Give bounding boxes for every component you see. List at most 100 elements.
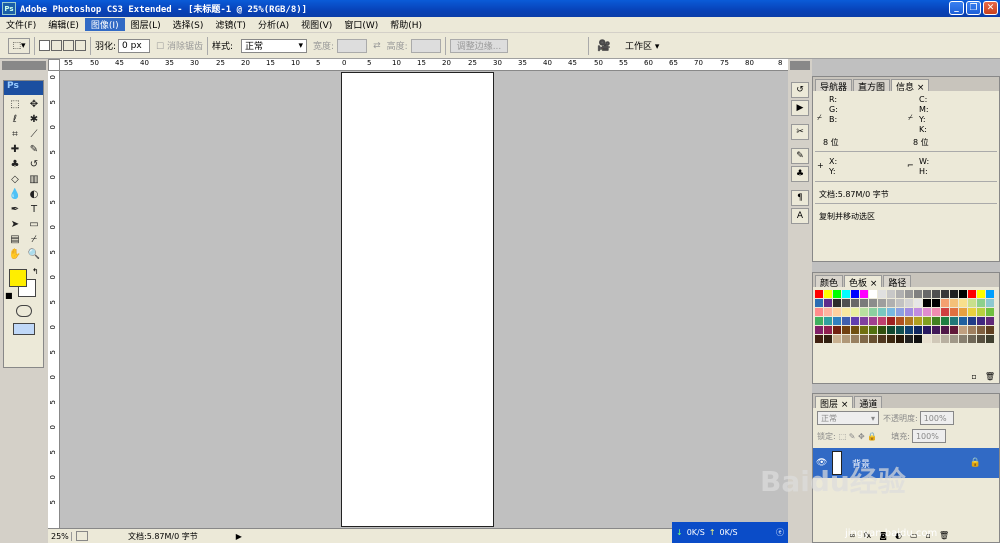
menu-file[interactable]: 文件(F) (0, 18, 42, 31)
swatch[interactable] (950, 290, 958, 298)
tab-channels[interactable]: 通道 (854, 396, 883, 410)
swatch[interactable] (842, 335, 850, 343)
swatch[interactable] (851, 326, 859, 334)
ruler-top[interactable]: 55 50 45 40 35 30 25 20 15 10 5 0 5 10 1… (60, 59, 788, 71)
tab-paths[interactable]: 路径 (883, 275, 912, 289)
screen-mode-icon[interactable] (12, 323, 35, 335)
swatch[interactable] (968, 290, 976, 298)
swatch[interactable] (932, 308, 940, 316)
blur-tool-icon[interactable]: 💧 (6, 187, 24, 201)
swatch[interactable] (860, 317, 868, 325)
tab-navigator[interactable]: 导航器 (815, 79, 853, 93)
fill-input[interactable]: 100% (911, 429, 946, 443)
add-selection-icon[interactable] (51, 40, 62, 51)
swatch[interactable] (815, 308, 823, 316)
swatch[interactable] (950, 308, 958, 316)
swatch[interactable] (824, 326, 832, 334)
menu-help[interactable]: 帮助(H) (384, 18, 428, 31)
history-brush-icon[interactable]: ↺ (25, 157, 43, 171)
swatch[interactable] (815, 290, 823, 298)
menu-layer[interactable]: 图层(L) (125, 18, 167, 31)
brush-tool-icon[interactable]: ✎ (25, 142, 43, 156)
swatch[interactable] (932, 317, 940, 325)
menu-analysis[interactable]: 分析(A) (252, 18, 295, 31)
swatch[interactable] (977, 317, 985, 325)
new-swatch-icon[interactable]: ▫ (971, 372, 976, 381)
trash-icon[interactable]: 🗑 (985, 372, 995, 381)
swatch[interactable] (968, 308, 976, 316)
swatch[interactable] (824, 299, 832, 307)
restore-button[interactable]: ❐ (966, 1, 981, 15)
swatch[interactable] (842, 308, 850, 316)
status-info-icon[interactable] (76, 531, 88, 541)
swatch[interactable] (986, 299, 994, 307)
ruler-origin[interactable] (48, 59, 60, 71)
swatch[interactable] (860, 335, 868, 343)
swatch[interactable] (851, 308, 859, 316)
swatch[interactable] (815, 317, 823, 325)
refine-edge-button[interactable]: 调整边缘... (449, 38, 509, 53)
character-panel-icon[interactable]: A (791, 208, 809, 224)
swatch[interactable] (977, 326, 985, 334)
swatch[interactable] (824, 335, 832, 343)
swatch[interactable] (869, 317, 877, 325)
swatch[interactable] (833, 299, 841, 307)
new-selection-icon[interactable] (39, 40, 50, 51)
clone-stamp-icon[interactable]: ♣ (6, 157, 24, 171)
move-tool-icon[interactable]: ✥ (25, 97, 43, 111)
swatch[interactable] (959, 299, 967, 307)
swatch[interactable] (896, 317, 904, 325)
menu-select[interactable]: 选择(S) (167, 18, 210, 31)
swatch[interactable] (950, 335, 958, 343)
eraser-tool-icon[interactable]: ◇ (6, 172, 24, 186)
pen-tool-icon[interactable]: ✒ (6, 202, 24, 216)
swatch[interactable] (950, 317, 958, 325)
healing-brush-icon[interactable]: ✚ (6, 142, 24, 156)
minimize-button[interactable]: _ (949, 1, 964, 15)
swatch[interactable] (815, 326, 823, 334)
clone-source-icon[interactable]: ♣ (791, 166, 809, 182)
swatch[interactable] (896, 290, 904, 298)
swatch[interactable] (905, 335, 913, 343)
swap-icon[interactable]: ⇄ (373, 41, 381, 51)
swatch[interactable] (986, 326, 994, 334)
swatch[interactable] (878, 308, 886, 316)
swatch[interactable] (842, 326, 850, 334)
history-panel-icon[interactable]: ↺ (791, 82, 809, 98)
height-input[interactable] (410, 38, 441, 53)
foreground-color[interactable] (9, 269, 27, 287)
swatch[interactable] (977, 290, 985, 298)
swatch[interactable] (896, 308, 904, 316)
lock-icons[interactable]: ⬚ ✎ ✥ 🔒 (839, 432, 878, 441)
swatch[interactable] (968, 326, 976, 334)
subtract-selection-icon[interactable] (63, 40, 74, 51)
swatch[interactable] (833, 326, 841, 334)
swatch[interactable] (905, 326, 913, 334)
gradient-tool-icon[interactable]: ▥ (25, 172, 43, 186)
swatch[interactable] (923, 308, 931, 316)
swatch[interactable] (878, 299, 886, 307)
swatch[interactable] (986, 308, 994, 316)
swatch[interactable] (941, 308, 949, 316)
ruler-left[interactable]: 0 5 0 5 0 5 0 5 0 5 0 5 0 5 0 5 0 5 (48, 71, 60, 528)
swatch[interactable] (869, 326, 877, 334)
toolbox-collapse-bar[interactable] (2, 61, 46, 70)
status-menu-arrow-icon[interactable]: ▶ (236, 532, 242, 541)
notes-tool-icon[interactable]: ▤ (6, 232, 24, 246)
swatch[interactable] (842, 290, 850, 298)
swatch[interactable] (887, 326, 895, 334)
swatch[interactable] (932, 335, 940, 343)
swap-colors-icon[interactable]: ↰ (32, 267, 39, 276)
tab-swatches[interactable]: 色板 × (844, 275, 883, 289)
swatch[interactable] (986, 290, 994, 298)
swatch[interactable] (815, 299, 823, 307)
quick-mask-icon[interactable] (15, 305, 32, 317)
style-select[interactable]: 正常 ▾ (241, 38, 308, 53)
swatch[interactable] (914, 308, 922, 316)
swatch[interactable] (905, 317, 913, 325)
swatch[interactable] (923, 299, 931, 307)
menu-window[interactable]: 窗口(W) (338, 18, 384, 31)
swatch[interactable] (986, 335, 994, 343)
swatch[interactable] (851, 299, 859, 307)
swatch[interactable] (896, 326, 904, 334)
